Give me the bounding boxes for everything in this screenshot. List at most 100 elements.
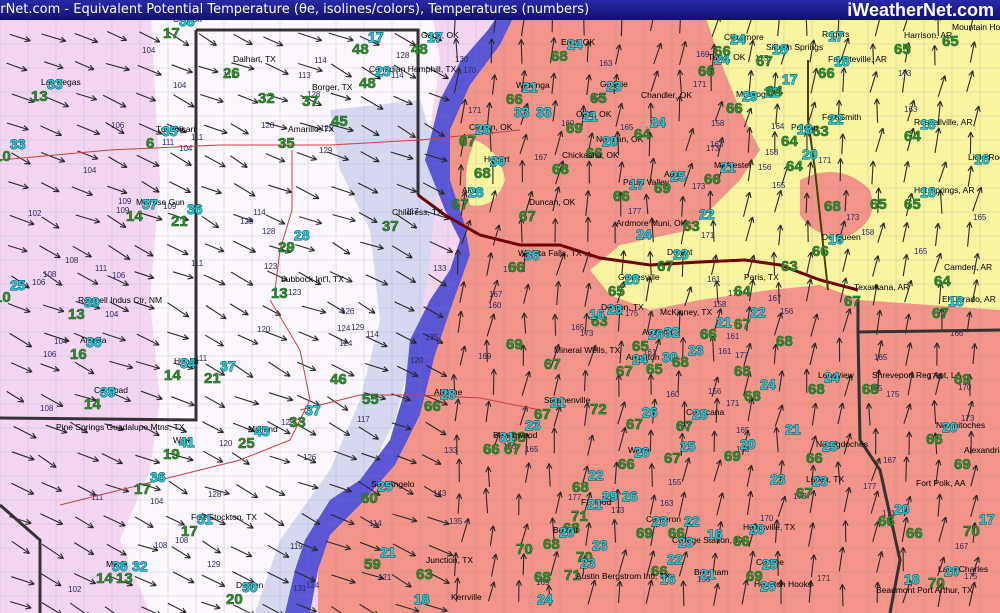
station-plot: Pine Springs Guadalupe Mtns, TX <box>56 422 185 432</box>
dewpoint-value: 20 <box>942 419 958 435</box>
temperature-value: 67 <box>844 293 861 310</box>
temperature-value: 46 <box>330 371 347 388</box>
isoline-label: 171 <box>701 231 715 240</box>
dewpoint-value: 21 <box>700 566 716 582</box>
dewpoint-value: 39 <box>100 384 116 400</box>
dewpoint-value: 18 <box>772 41 788 57</box>
isoline-label: 104 <box>54 337 68 346</box>
temperature-value: 65 <box>608 283 625 300</box>
dewpoint-value: 21 <box>550 394 566 410</box>
dewpoint-value: 24 <box>760 376 776 392</box>
isoline-label: 143 <box>433 489 447 498</box>
temperature-value: 13 <box>31 88 48 105</box>
dewpoint-value: 25 <box>10 277 26 293</box>
station-plot: 24 <box>636 226 653 243</box>
dewpoint-value: 23 <box>812 473 828 489</box>
isoline-label: 158 <box>765 148 779 157</box>
temperature-value: 70 <box>516 541 533 558</box>
isoline-label: 126 <box>341 307 355 316</box>
temperature-value: 69 <box>636 525 653 542</box>
temperature-value: 67 <box>932 305 949 322</box>
dewpoint-value: 20 <box>894 501 910 517</box>
dewpoint-value: 21 <box>720 159 736 175</box>
temperature-value: 66 <box>704 171 721 188</box>
isoline-label: 177 <box>628 207 642 216</box>
isoline-label: 173 <box>611 506 625 515</box>
station-plot: 16 <box>707 526 724 543</box>
dewpoint-value: 16 <box>660 571 676 587</box>
dewpoint-value: 17 <box>828 28 844 44</box>
station-plot: 68 <box>776 333 793 351</box>
station-plot: 32 <box>258 90 275 108</box>
temperature-value: 10 <box>0 289 11 306</box>
temperature-value: 63 <box>683 218 700 235</box>
dewpoint-value: 22 <box>699 206 715 222</box>
temperature-value: 65 <box>904 196 921 213</box>
station-plot: 16 <box>660 571 677 588</box>
temperature-value: 64 <box>904 128 921 145</box>
isoline-label: 133 <box>444 446 458 455</box>
dewpoint-value: 26 <box>760 578 776 594</box>
station-plot: 70 <box>516 541 533 559</box>
dewpoint-value: 23 <box>688 342 704 358</box>
temperature-value: 67 <box>756 53 773 70</box>
dewpoint-value: 33 <box>10 136 26 152</box>
isoline-label: 163 <box>660 499 674 508</box>
temperature-value: 68 <box>474 165 491 182</box>
isoline-label: 129 <box>207 560 221 569</box>
temperature-value: 66 <box>906 525 923 542</box>
dewpoint-value: 24 <box>636 226 652 242</box>
station-name: Alexandria, LA <box>964 445 1000 455</box>
station-name: Mineral Wells, TX <box>554 345 621 355</box>
dewpoint-value: 21 <box>582 108 598 124</box>
temperature-value: 68 <box>534 569 551 586</box>
dewpoint-value: 23 <box>678 534 694 550</box>
temperature-value: 66 <box>812 243 829 260</box>
temperature-value: 69 <box>724 448 741 465</box>
isoline-label: 130 <box>455 55 469 64</box>
dewpoint-value: 21 <box>785 421 801 437</box>
temperature-value: 68 <box>734 363 751 380</box>
temperature-value: 68 <box>572 479 589 496</box>
isoline-label: 158 <box>711 119 725 128</box>
isoline-label: 113 <box>298 71 311 80</box>
isoline-label: 108 <box>65 256 79 265</box>
temperature-value: 67 <box>459 133 476 150</box>
temperature-value: 64 <box>634 126 651 143</box>
isoline-label: 102 <box>28 209 42 218</box>
dewpoint-value: 26 <box>622 488 638 504</box>
temperature-value: 68 <box>824 198 841 215</box>
dewpoint-value: 24 <box>537 591 553 607</box>
station-plot: 29 <box>602 488 619 505</box>
station-plot: 55 <box>362 391 379 409</box>
station-plot: 69 <box>506 336 523 354</box>
station-name: Pine Springs Guadalupe Mtns, TX <box>56 422 185 432</box>
temperature-value: 14 <box>84 396 101 413</box>
isoline-label: 128 <box>208 490 222 499</box>
dewpoint-value: 17 <box>368 29 384 45</box>
dewpoint-value: 16 <box>974 151 990 167</box>
temperature-value: 68 <box>672 354 689 371</box>
dewpoint-value: 41 <box>179 434 195 450</box>
temperature-value: 37 <box>302 93 319 110</box>
temperature-value: 66 <box>424 398 441 415</box>
dewpoint-value: 24 <box>730 31 746 47</box>
temperature-value: 14 <box>96 570 113 587</box>
dewpoint-value: 24 <box>824 369 840 385</box>
dewpoint-value: 17 <box>979 511 995 527</box>
isoline-label: 165 <box>571 323 585 332</box>
temperature-value: 17 <box>181 523 198 540</box>
dewpoint-value: 22 <box>684 513 700 529</box>
isoline-label: 173 <box>898 69 912 78</box>
dewpoint-value: 35 <box>162 123 178 139</box>
station-plot: Fort Polk, AA <box>916 478 966 488</box>
temperature-value: 60 <box>361 490 378 507</box>
isoline-label: 104 <box>142 46 156 55</box>
temperature-value: 64 <box>781 133 798 150</box>
isoline-label: 160 <box>666 390 680 399</box>
isoline-label: 108 <box>43 270 57 279</box>
isoline-label: 131 <box>293 584 307 593</box>
dewpoint-value: 43 <box>254 423 270 439</box>
temperature-value: 48 <box>359 75 376 92</box>
station-plot: Austin Bergstrom Intl, TX <box>576 571 671 581</box>
